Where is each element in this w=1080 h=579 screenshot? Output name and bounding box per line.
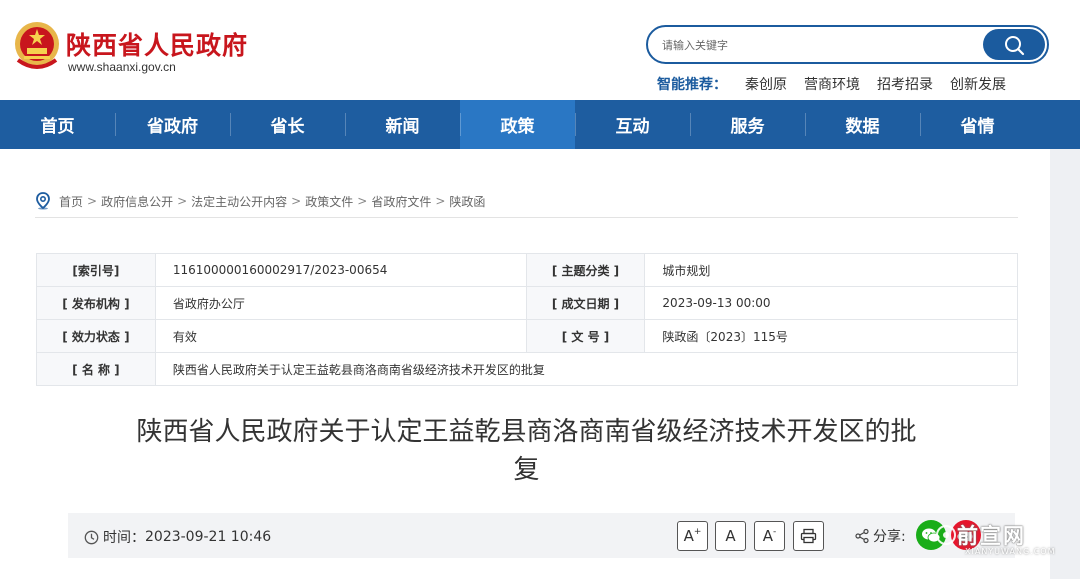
national-emblem-icon: [15, 22, 59, 69]
font-small-sup: -: [773, 527, 777, 537]
breadcrumb-link-current[interactable]: 陕政函: [449, 193, 485, 210]
table-row: [ 效力状态 ] 有效 [ 文 号 ] 陕政函〔2023〕115号: [36, 319, 1018, 353]
publish-time: 时间： 2023-09-21 10:46: [84, 527, 271, 547]
nav-item-governor[interactable]: 省长: [230, 100, 345, 149]
recommend-label: 智能推荐：: [657, 77, 727, 93]
search-button[interactable]: [983, 29, 1045, 60]
share-group: 分享:: [854, 526, 906, 546]
font-large-sup: +: [693, 527, 702, 537]
print-button[interactable]: [793, 521, 824, 551]
table-row: [ 名 称 ] 陕西省人民政府关于认定王益乾县商洛商南省级经济技术开发区的批复: [36, 352, 1019, 386]
table-row: [ 发布机构 ] 省政府办公厅 [ 成文日期 ] 2023-09-13 00:0…: [36, 286, 1018, 320]
site-title[interactable]: 陕西省人民政府: [66, 26, 248, 62]
breadcrumb-link[interactable]: 政府信息公开: [101, 193, 173, 210]
divider: [35, 217, 1018, 218]
nav-item-data[interactable]: 数据: [805, 100, 920, 149]
table-row: [索引号] 116100000160002917/2023-00654 [ 主题…: [36, 253, 1018, 287]
search-input[interactable]: [662, 35, 982, 55]
breadcrumb-link[interactable]: 法定主动公开内容: [191, 193, 287, 210]
meta-key-name: [ 名 称 ]: [36, 352, 156, 386]
font-size-decrease-button[interactable]: A-: [754, 521, 785, 551]
main-nav: 首页 省政府 省长 新闻 政策 互动 服务 数据 省情: [0, 100, 1080, 149]
meta-value-name: 陕西省人民政府关于认定王益乾县商洛商南省级经济技术开发区的批复: [154, 352, 1019, 386]
nav-item-policy[interactable]: 政策: [460, 100, 575, 149]
meta-value-date: 2023-09-13 00:00: [644, 286, 1018, 320]
breadcrumb-separator: >: [357, 194, 368, 208]
meta-key-status: [ 效力状态 ]: [36, 319, 156, 353]
location-pin-icon: [36, 192, 50, 210]
nav-item-home[interactable]: 首页: [0, 100, 115, 149]
breadcrumb-link[interactable]: 省政府文件: [371, 193, 431, 210]
nav-item-interaction[interactable]: 互动: [575, 100, 690, 149]
breadcrumb-separator: >: [177, 194, 188, 208]
breadcrumb-separator: >: [291, 194, 302, 208]
font-large-label: A: [683, 527, 694, 545]
share-label: 分享:: [873, 529, 906, 545]
smart-recommend: 智能推荐： 秦创原 营商环境 招考招录 创新发展: [657, 74, 1023, 94]
time-label: 时间：: [103, 530, 145, 546]
document-title: 陕西省人民政府关于认定王益乾县商洛商南省级经济技术开发区的批 复: [80, 413, 973, 489]
document-title-line: 陕西省人民政府关于认定王益乾县商洛商南省级经济技术开发区的批: [136, 417, 917, 447]
watermark-logo-icon: [936, 525, 956, 545]
site-header: 陕西省人民政府 www.shaanxi.gov.cn 智能推荐： 秦创原 营商环…: [0, 0, 1080, 100]
watermark: 前宣网 XIANYUWANG.COM: [935, 520, 1055, 565]
nav-item-province-info[interactable]: 省情: [920, 100, 1035, 149]
search-box: [646, 25, 1049, 64]
recommend-item[interactable]: 创新发展: [950, 74, 1006, 94]
meta-key-index: [索引号]: [36, 253, 156, 287]
meta-value-publisher: 省政府办公厅: [154, 286, 527, 320]
meta-key-topic: [ 主题分类 ]: [525, 253, 646, 287]
breadcrumb-link[interactable]: 首页: [59, 193, 83, 210]
meta-value-index: 116100000160002917/2023-00654: [154, 253, 527, 287]
clock-icon: [84, 530, 99, 544]
watermark-subtext: XIANYUWANG.COM: [965, 547, 1056, 556]
font-size-normal-button[interactable]: A: [715, 521, 746, 551]
watermark-text: 前宣网: [957, 524, 1026, 548]
article-info-bar: 时间： 2023-09-21 10:46 A + A A- 分享:: [68, 513, 1015, 558]
share-icon: [855, 528, 869, 544]
document-meta-table: [索引号] 116100000160002917/2023-00654 [ 主题…: [36, 253, 1019, 386]
meta-value-topic: 城市规划: [644, 253, 1018, 287]
meta-value-status: 有效: [154, 319, 527, 353]
recommend-item[interactable]: 营商环境: [804, 74, 860, 94]
breadcrumb-separator: >: [435, 194, 446, 208]
breadcrumb: 首页 > 政府信息公开 > 法定主动公开内容 > 政策文件 > 省政府文件 > 陕政函: [35, 192, 485, 210]
meta-value-doc-number: 陕政函〔2023〕115号: [644, 319, 1018, 353]
nav-item-service[interactable]: 服务: [690, 100, 805, 149]
document-title-line: 复: [513, 455, 540, 485]
search-icon: [1005, 35, 1025, 55]
nav-item-government[interactable]: 省政府: [115, 100, 230, 149]
breadcrumb-link[interactable]: 政策文件: [305, 193, 353, 210]
site-url[interactable]: www.shaanxi.gov.cn: [68, 60, 176, 74]
time-value: 2023-09-21 10:46: [145, 529, 272, 545]
recommend-item[interactable]: 招考招录: [877, 74, 933, 94]
nav-item-news[interactable]: 新闻: [345, 100, 460, 149]
font-small-label: A: [762, 527, 773, 545]
printer-icon: [800, 528, 817, 544]
recommend-item[interactable]: 秦创原: [745, 74, 787, 94]
breadcrumb-separator: >: [87, 194, 98, 208]
content-panel: 首页 > 政府信息公开 > 法定主动公开内容 > 政策文件 > 省政府文件 > 陕政函 […: [0, 149, 1050, 579]
meta-key-publisher: [ 发布机构 ]: [36, 286, 156, 320]
meta-key-doc-number: [ 文 号 ]: [525, 319, 646, 353]
meta-key-date: [ 成文日期 ]: [525, 286, 646, 320]
font-normal-label: A: [725, 527, 736, 545]
font-size-increase-button[interactable]: A +: [677, 521, 708, 551]
